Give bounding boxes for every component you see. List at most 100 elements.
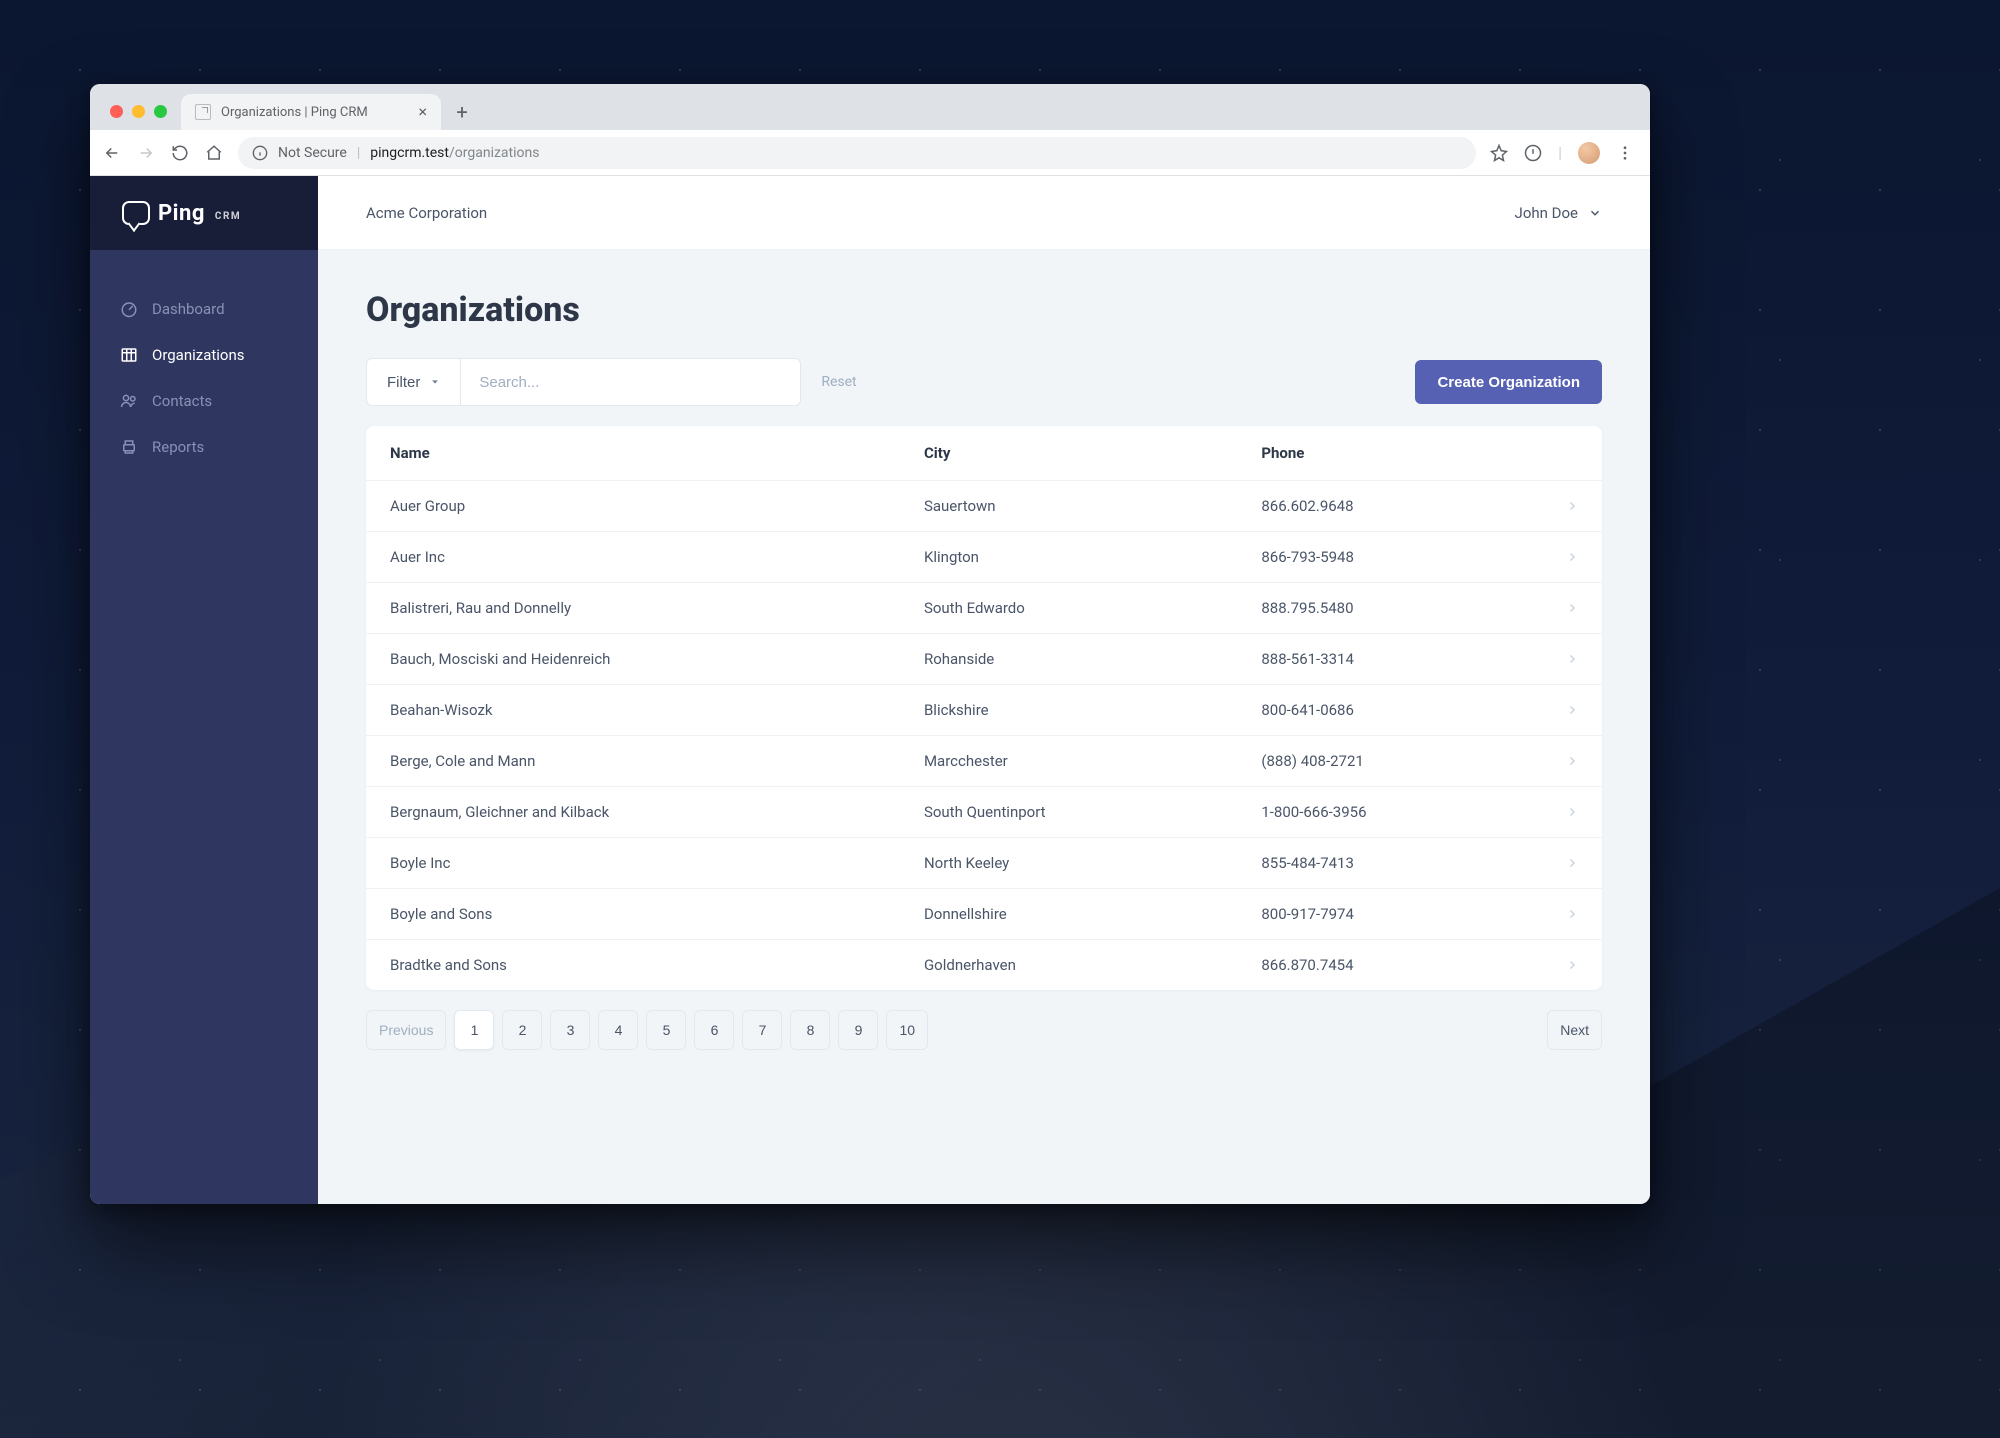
sidebar-item-organizations[interactable]: Organizations	[90, 332, 318, 378]
cell-phone: 800-917-7974	[1237, 889, 1542, 940]
col-city: City	[900, 426, 1237, 481]
table-row[interactable]: Bradtke and SonsGoldnerhaven866.870.7454	[366, 940, 1602, 991]
gauge-icon	[120, 300, 138, 318]
chevron-right-icon	[1566, 704, 1578, 716]
cell-city: North Keeley	[900, 838, 1237, 889]
cell-city: Goldnerhaven	[900, 940, 1237, 991]
address-separator: |	[357, 145, 360, 161]
sidebar: Ping CRM Dashboard OrganizationsContacts R…	[90, 176, 318, 1204]
new-tab-button[interactable]: +	[447, 97, 477, 127]
search-input[interactable]	[461, 358, 801, 406]
cell-name: Bergnaum, Gleichner and Kilback	[366, 787, 900, 838]
cell-phone: 866.602.9648	[1237, 481, 1542, 532]
arrow-right-icon	[137, 144, 155, 162]
cell-name: Auer Group	[366, 481, 900, 532]
cell-name: Berge, Cole and Mann	[366, 736, 900, 787]
cell-phone: 800-641-0686	[1237, 685, 1542, 736]
browser-window: Organizations | Ping CRM × + Not Secure …	[90, 84, 1650, 1204]
home-button[interactable]	[204, 143, 224, 163]
pagination-page-7[interactable]: 7	[742, 1010, 782, 1050]
cell-city: Sauertown	[900, 481, 1237, 532]
row-chevron	[1542, 685, 1602, 736]
reset-link[interactable]: Reset	[821, 374, 856, 390]
sidebar-item-label: Reports	[152, 438, 204, 456]
address-bar[interactable]: Not Secure | pingcrm.test/organizations	[238, 137, 1476, 169]
browser-toolbar: Not Secure | pingcrm.test/organizations …	[90, 130, 1650, 176]
table-row[interactable]: Boyle and SonsDonnellshire800-917-7974	[366, 889, 1602, 940]
pagination-page-1[interactable]: 1	[454, 1010, 494, 1050]
cell-name: Bauch, Mosciski and Heidenreich	[366, 634, 900, 685]
table-row[interactable]: Berge, Cole and MannMarcchester(888) 408…	[366, 736, 1602, 787]
table-row[interactable]: Auer IncKlington866-793-5948	[366, 532, 1602, 583]
url-path: /organizations	[449, 145, 539, 161]
cell-city: Klington	[900, 532, 1237, 583]
pagination-previous: Previous	[366, 1010, 446, 1050]
pagination-page-2[interactable]: 2	[502, 1010, 542, 1050]
user-name: John Doe	[1515, 204, 1578, 222]
page: Organizations Filter Reset Create Organi…	[318, 250, 1650, 1204]
filter-label: Filter	[387, 374, 420, 391]
pagination-next[interactable]: Next	[1547, 1010, 1602, 1050]
table-header-row: Name City Phone	[366, 426, 1602, 481]
window-minimize-icon[interactable]	[132, 105, 145, 118]
pagination-page-8[interactable]: 8	[790, 1010, 830, 1050]
window-close-icon[interactable]	[110, 105, 123, 118]
window-zoom-icon[interactable]	[154, 105, 167, 118]
table-row[interactable]: Boyle IncNorth Keeley855-484-7413	[366, 838, 1602, 889]
cell-city: South Quentinport	[900, 787, 1237, 838]
tab-close-icon[interactable]: ×	[418, 104, 427, 120]
table-row[interactable]: Auer GroupSauertown866.602.9648	[366, 481, 1602, 532]
user-menu[interactable]: John Doe	[1515, 204, 1602, 222]
url-host: pingcrm.test	[370, 145, 449, 161]
table-row[interactable]: Bauch, Mosciski and HeidenreichRohanside…	[366, 634, 1602, 685]
row-chevron	[1542, 736, 1602, 787]
kebab-menu-icon[interactable]	[1616, 144, 1634, 162]
pagination-page-10[interactable]: 10	[886, 1010, 928, 1050]
security-status: Not Secure	[278, 145, 347, 161]
back-button[interactable]	[102, 143, 122, 163]
pagination-page-4[interactable]: 4	[598, 1010, 638, 1050]
cell-city: South Edwardo	[900, 583, 1237, 634]
arrow-left-icon	[103, 144, 121, 162]
pagination-page-9[interactable]: 9	[838, 1010, 878, 1050]
brand[interactable]: Ping CRM	[90, 176, 318, 250]
topbar: Acme Corporation John Doe	[318, 176, 1650, 250]
create-organization-button[interactable]: Create Organization	[1415, 360, 1602, 404]
browser-tab[interactable]: Organizations | Ping CRM ×	[181, 94, 441, 130]
sidebar-item-label: Dashboard	[152, 300, 225, 318]
row-chevron	[1542, 838, 1602, 889]
home-icon	[205, 144, 223, 162]
table-row[interactable]: Bergnaum, Gleichner and KilbackSouth Que…	[366, 787, 1602, 838]
cell-phone: 888-561-3314	[1237, 634, 1542, 685]
current-org-name: Acme Corporation	[366, 204, 487, 222]
chevron-right-icon	[1566, 551, 1578, 563]
cell-name: Boyle Inc	[366, 838, 900, 889]
alert-icon[interactable]	[1524, 144, 1542, 162]
brand-logo-icon	[122, 201, 150, 225]
cell-city: Blickshire	[900, 685, 1237, 736]
cell-name: Boyle and Sons	[366, 889, 900, 940]
table-row[interactable]: Balistreri, Rau and DonnellySouth Edward…	[366, 583, 1602, 634]
sidebar-item-dashboard[interactable]: Dashboard	[90, 286, 318, 332]
forward-button	[136, 143, 156, 163]
sidebar-nav: Dashboard OrganizationsContacts Reports	[90, 250, 318, 470]
brand-name: Ping	[158, 201, 205, 226]
table-row[interactable]: Beahan-WisozkBlickshire800-641-0686	[366, 685, 1602, 736]
chevron-right-icon	[1566, 959, 1578, 971]
profile-avatar[interactable]	[1578, 142, 1600, 164]
filter-button[interactable]: Filter	[366, 358, 461, 406]
pagination-page-5[interactable]: 5	[646, 1010, 686, 1050]
reload-button[interactable]	[170, 143, 190, 163]
row-chevron	[1542, 787, 1602, 838]
cell-phone: 855-484-7413	[1237, 838, 1542, 889]
pagination-page-6[interactable]: 6	[694, 1010, 734, 1050]
col-name: Name	[366, 426, 900, 481]
page-favicon-icon	[195, 104, 211, 120]
star-icon[interactable]	[1490, 144, 1508, 162]
pagination-page-3[interactable]: 3	[550, 1010, 590, 1050]
cell-phone: 866.870.7454	[1237, 940, 1542, 991]
app-root: Ping CRM Dashboard OrganizationsContacts R…	[90, 176, 1650, 1204]
sidebar-item-reports[interactable]: Reports	[90, 424, 318, 470]
sidebar-item-contacts[interactable]: Contacts	[90, 378, 318, 424]
cell-phone: 866-793-5948	[1237, 532, 1542, 583]
